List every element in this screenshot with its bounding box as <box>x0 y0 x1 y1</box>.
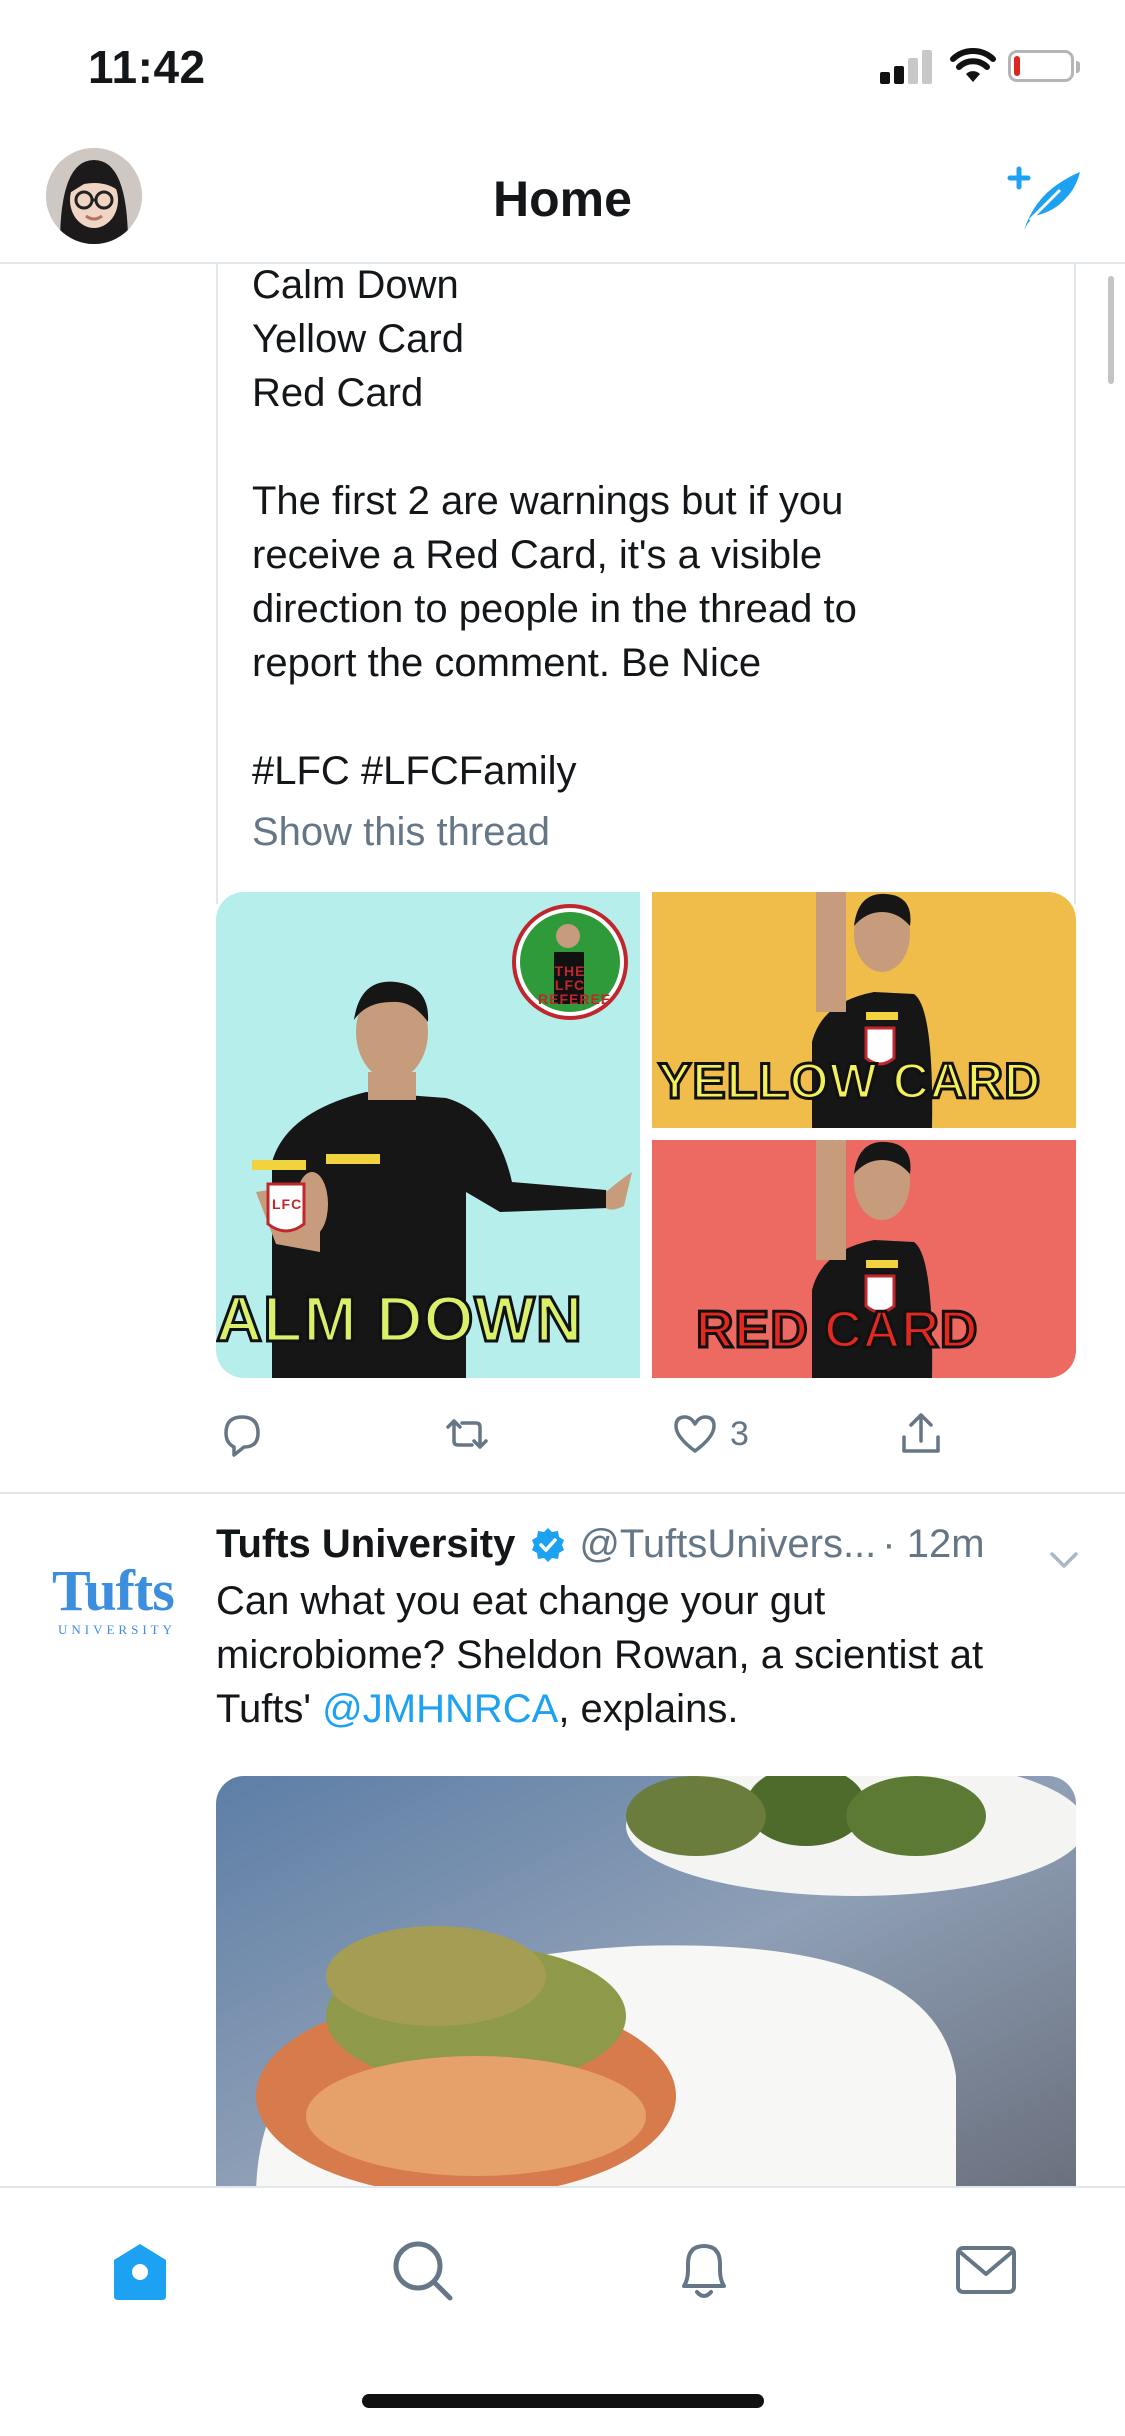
media-yellow-card[interactable]: YELLOW CARD <box>652 892 1076 1128</box>
retweet-icon <box>446 1419 488 1449</box>
notifications-icon[interactable] <box>664 2230 744 2310</box>
tweet-actions: 3 <box>216 1404 1076 1474</box>
home-indicator[interactable] <box>362 2394 764 2408</box>
tweet-divider <box>0 1492 1125 1494</box>
card-left-border <box>216 264 218 904</box>
heart-icon <box>674 1415 716 1453</box>
compose-tweet-icon[interactable] <box>1000 156 1084 240</box>
media-logo-text: THE LFC REFEREE <box>538 963 612 1007</box>
tweet-line: Red Card <box>252 371 424 415</box>
reply-icon <box>224 1415 260 1457</box>
tweet-hashtags[interactable]: #LFC #LFCFamily <box>252 744 577 798</box>
tweet-line: Calm Down <box>252 264 459 307</box>
search-icon[interactable] <box>382 2230 462 2310</box>
status-time: 11:42 <box>88 41 206 93</box>
tufts-logo-word: Tufts <box>52 1558 175 1623</box>
battery-icon <box>1008 50 1080 82</box>
tweet-header: Tufts University @TuftsUnivers... · 12m <box>216 1522 1096 1567</box>
tweet-line: Yellow Card <box>252 317 464 361</box>
tweet-text-tail: , explains. <box>558 1687 739 1731</box>
like-button[interactable]: 3 <box>670 1404 749 1464</box>
tweet-media-image[interactable] <box>216 1776 1076 2186</box>
mention-link[interactable]: @JMHNRCA <box>322 1687 558 1731</box>
show-thread-link[interactable]: Show this thread <box>252 810 550 855</box>
tweet-time: · 12m <box>882 1522 985 1566</box>
media-caption: RED CARD <box>694 1300 979 1361</box>
referee-badge-text: LFC <box>272 1196 303 1212</box>
wifi-icon <box>950 48 996 82</box>
retweet-button[interactable] <box>442 1404 492 1464</box>
media-red-card[interactable]: RED CARD <box>652 1140 1076 1378</box>
media-caption: YELLOW CARD <box>656 1052 1042 1111</box>
share-icon <box>902 1413 940 1453</box>
reply-button[interactable] <box>216 1404 266 1464</box>
tufts-avatar[interactable]: Tufts UNIVERSITY <box>52 1562 188 1638</box>
share-button[interactable] <box>896 1404 946 1464</box>
scroll-indicator[interactable] <box>1108 276 1114 384</box>
like-count: 3 <box>730 1414 749 1453</box>
top-bar: Home <box>0 130 1125 264</box>
verified-badge-icon <box>532 1527 565 1562</box>
tweet-text: Can what you eat change your gut microbi… <box>216 1574 1096 1736</box>
food-photo <box>216 1776 1076 2186</box>
media-calm-down[interactable]: ALM DOWN THE LFC REFEREE LFC <box>216 892 640 1378</box>
tweet-media-grid[interactable]: ALM DOWN THE LFC REFEREE LFC YELLOW CARD <box>216 892 1076 1378</box>
author-name[interactable]: Tufts University <box>216 1522 515 1567</box>
timeline[interactable]: Calm Down Yellow Card Red Card The first… <box>0 264 1125 2186</box>
signal-icon <box>880 50 934 84</box>
home-icon[interactable] <box>100 2230 180 2310</box>
tufts-logo-sub: UNIVERSITY <box>58 1622 176 1637</box>
author-handle[interactable]: @TuftsUnivers... <box>579 1522 876 1567</box>
tweet-paragraph: The first 2 are warnings but if you rece… <box>252 479 857 685</box>
media-caption: ALM DOWN <box>216 1282 584 1357</box>
page-title: Home <box>493 171 632 227</box>
messages-icon[interactable] <box>946 2230 1026 2310</box>
card-right-border <box>1074 264 1076 904</box>
